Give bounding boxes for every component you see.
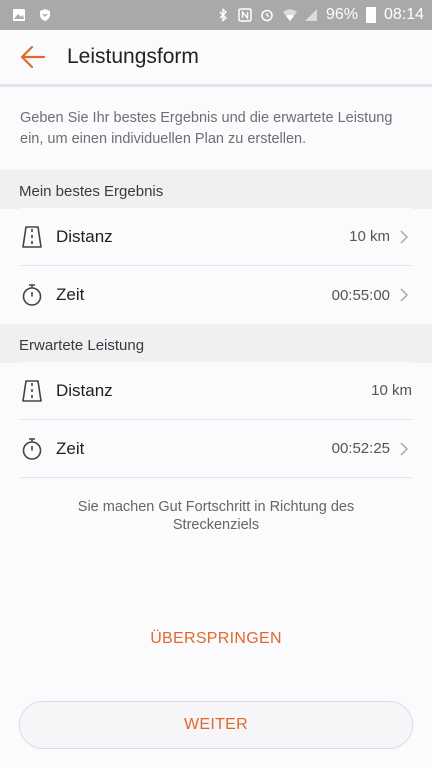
chevron-right-icon: [396, 441, 412, 457]
nfc-icon: [238, 8, 252, 22]
expected-time-row[interactable]: Zeit 00:52:25: [20, 420, 412, 478]
expected-distance-value: 10 km: [371, 382, 412, 399]
best-distance-label: Distanz: [56, 226, 113, 246]
signal-icon: [304, 8, 318, 22]
best-distance-value: 10 km: [349, 228, 390, 245]
shield-icon: [38, 8, 52, 22]
app-bar: Leistungsform: [0, 30, 432, 87]
best-time-row[interactable]: Zeit 00:55:00: [20, 266, 412, 324]
status-bar: 96% 08:14: [0, 0, 432, 30]
best-time-value: 00:55:00: [331, 286, 390, 304]
clock: 08:14: [383, 6, 424, 23]
expected-distance-row: Distanz 10 km: [20, 362, 412, 420]
stopwatch-icon: [20, 437, 44, 461]
expected-time-value: 00:52:25: [331, 440, 390, 457]
image-icon: [12, 8, 26, 22]
road-icon: [20, 379, 44, 403]
battery-percent: 96%: [325, 6, 358, 23]
stopwatch-icon: [20, 283, 44, 307]
intro-text: Geben Sie Ihr bestes Ergebnis und die er…: [20, 110, 393, 147]
expected-time-label: Zeit: [56, 438, 85, 458]
battery-icon: [365, 7, 376, 23]
expected-distance-label: Distanz: [56, 380, 113, 400]
back-button[interactable]: [19, 43, 47, 71]
bluetooth-icon: [216, 8, 230, 22]
alarm-icon: [260, 8, 274, 22]
best-time-label: Zeit: [56, 285, 85, 304]
continue-button[interactable]: WEITER: [19, 701, 413, 749]
arrow-left-icon: [20, 45, 46, 69]
section-header-best-result: Mein bestes Ergebnis: [0, 170, 432, 209]
page-title: Leistungsform: [67, 45, 199, 68]
wifi-icon: [282, 8, 297, 22]
section-header-expected: Erwartete Leistung: [0, 324, 432, 363]
skip-button[interactable]: ÜBERSPRINGEN: [0, 630, 432, 648]
best-distance-row[interactable]: Distanz 10 km: [20, 208, 412, 266]
chevron-right-icon: [396, 229, 412, 245]
progress-note: Sie machen Gut Fortschritt in Richtung d…: [77, 499, 355, 533]
road-icon: [20, 225, 44, 249]
chevron-right-icon: [396, 287, 412, 303]
